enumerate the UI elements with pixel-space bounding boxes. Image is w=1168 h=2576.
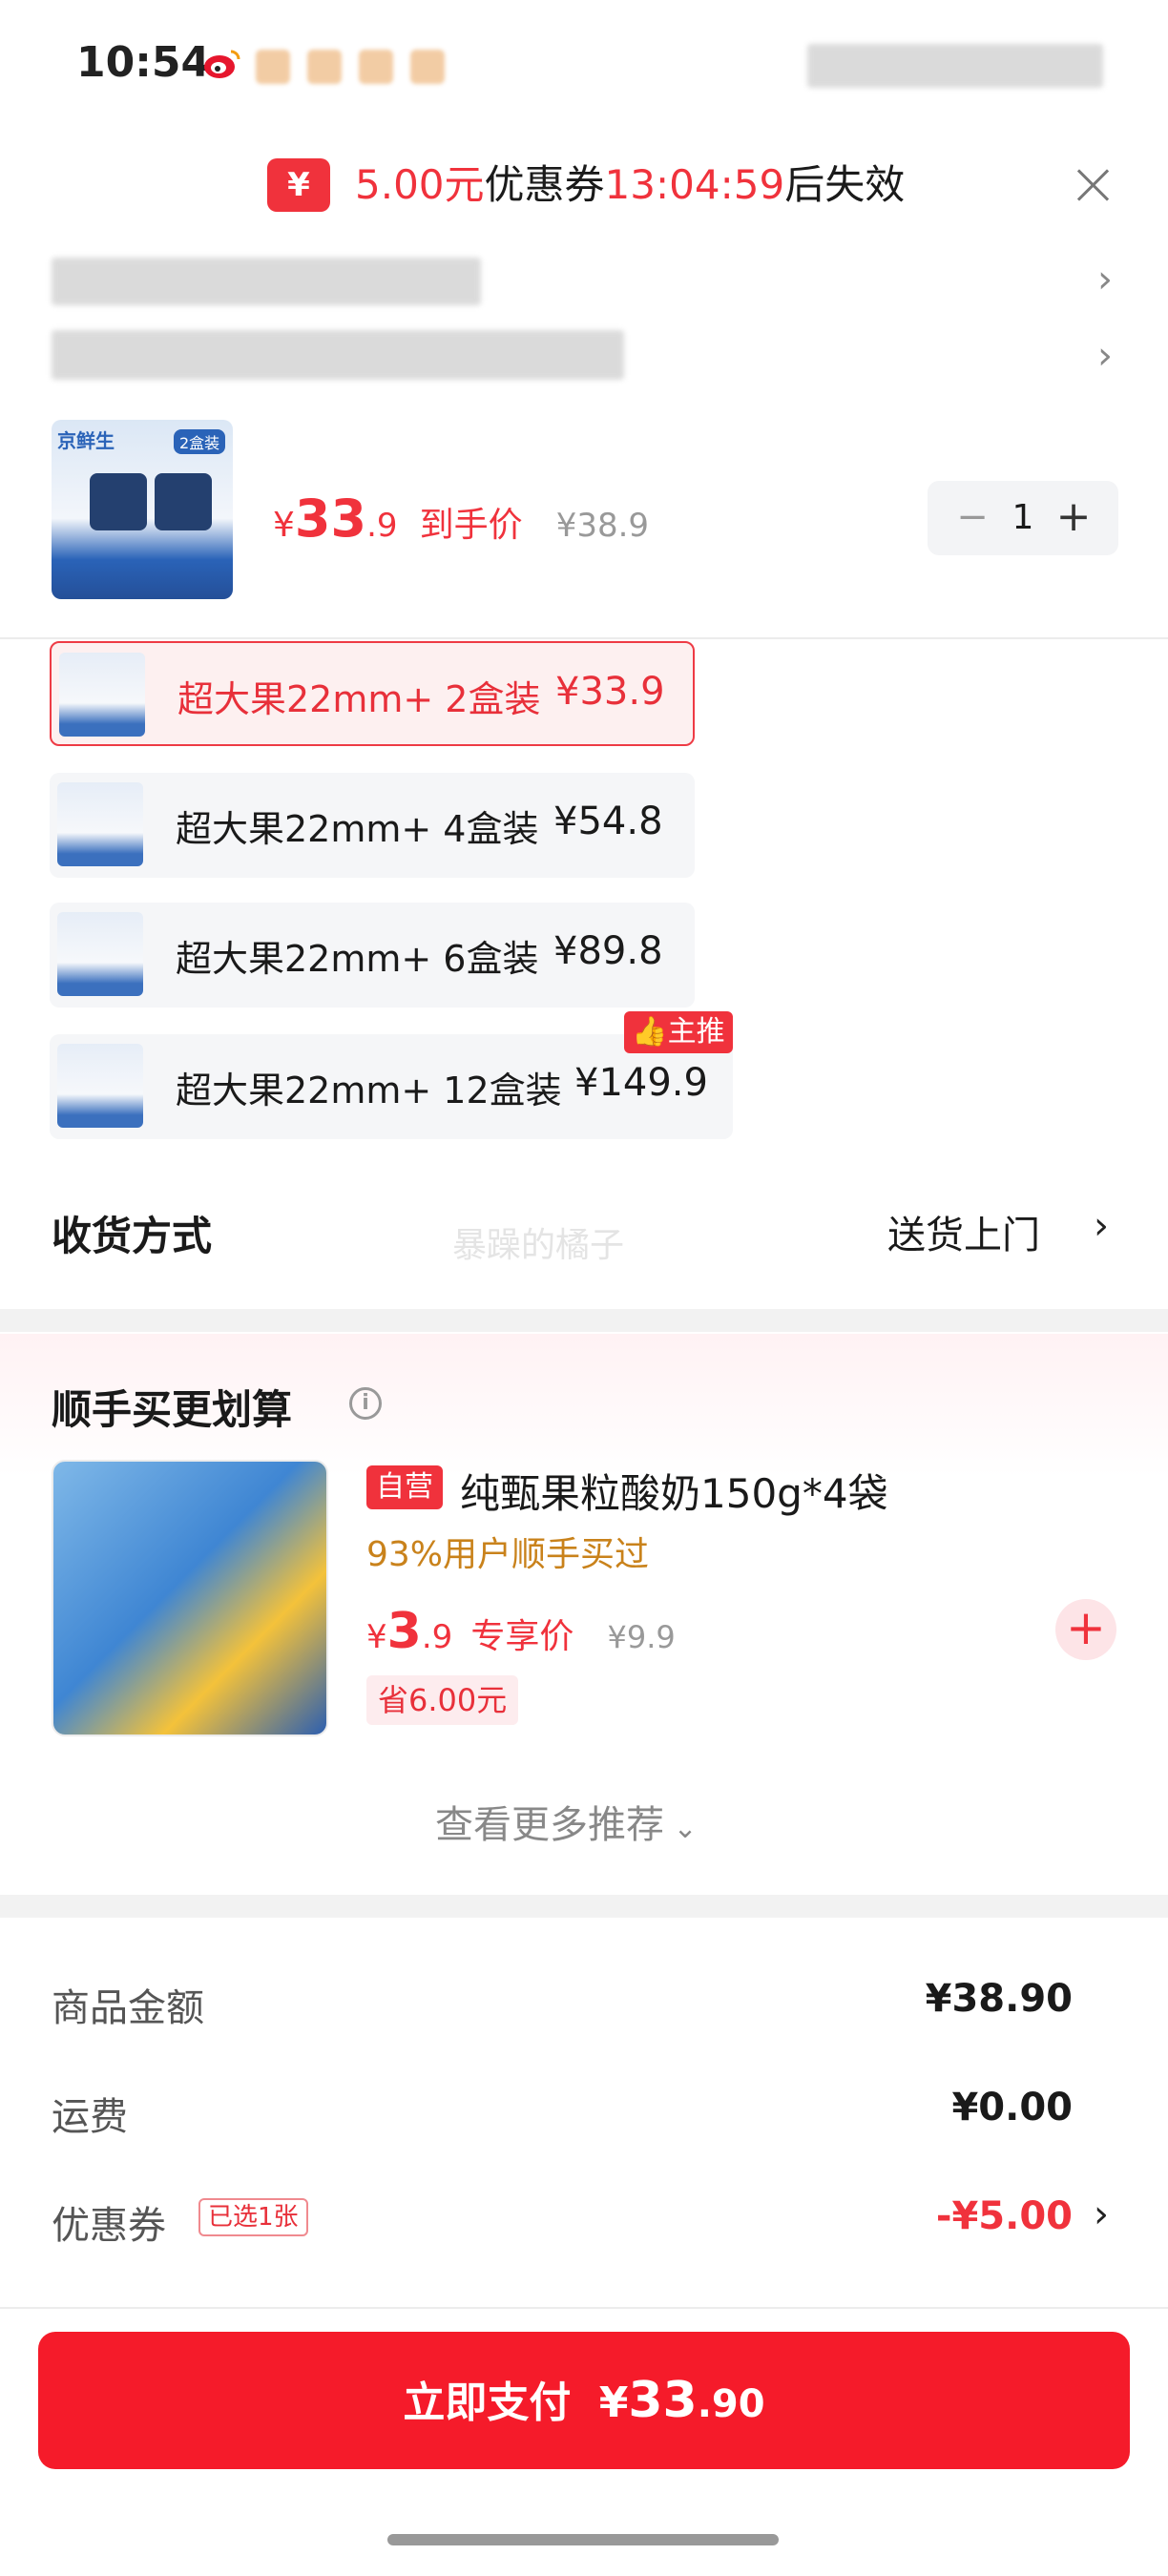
variant-thumbnail [57, 782, 143, 866]
coupon-row-label: 优惠券 [52, 2204, 166, 2248]
minus-icon[interactable]: − [949, 494, 996, 542]
coupon-selected-chip: 已选1张 [198, 2198, 308, 2236]
variant-option[interactable]: 超大果22mm+ 6盒装 ¥89.8 [50, 903, 695, 1008]
delivery-title: 收货方式 [52, 1213, 213, 1259]
blurred-notification-icon [256, 50, 290, 84]
variant-price: ¥149.9 [574, 1061, 708, 1105]
self-operated-tag: 自营 [366, 1465, 443, 1509]
blueberry-box-image [90, 473, 147, 530]
close-icon[interactable] [1071, 162, 1116, 208]
price-decimal: .9 [421, 1618, 453, 1656]
coupon-countdown: 13:04:59 [604, 161, 785, 208]
plus-icon[interactable]: + [1050, 494, 1097, 542]
section-gap [0, 1895, 1168, 1918]
variant-thumbnail [59, 653, 145, 737]
weibo-icon [204, 50, 240, 78]
variant-thumbnail [57, 1044, 143, 1128]
original-price: ¥38.9 [555, 507, 650, 545]
blurred-address-detail[interactable] [52, 330, 624, 380]
home-indicator[interactable] [387, 2534, 779, 2545]
status-time: 10:54 [76, 38, 211, 87]
chevron-down-icon: ⌄ [664, 1812, 698, 1845]
delivery-method-value[interactable]: 送货上门 [887, 1204, 1040, 1259]
buy-rate-text: 93%用户顺手买过 [366, 1535, 650, 1574]
watermark-text: 暴躁的橘子 [452, 1226, 625, 1265]
thumbs-up-icon: 👍 [632, 1015, 668, 1049]
variant-price: ¥54.8 [553, 800, 663, 843]
price-label: 到手价 [419, 506, 523, 545]
quantity-value[interactable]: 1 [1006, 494, 1040, 542]
recommended-badge: 👍主推 [624, 1011, 733, 1053]
product-image: 京鲜生 2盒装 [52, 420, 233, 599]
original-price: ¥9.9 [607, 1619, 676, 1655]
price-integer: 33 [294, 488, 367, 549]
pay-price-symbol: ¥ [598, 2379, 629, 2427]
pay-now-button[interactable]: 立即支付 ¥33.90 [38, 2332, 1130, 2469]
price-integer: 3 [386, 1603, 422, 1660]
chevron-right-icon[interactable]: › [1097, 334, 1113, 378]
coupon-suffix: 后失效 [784, 161, 906, 208]
variant-label: 超大果22mm+ 12盒装 [176, 1070, 562, 1111]
product-price: ¥33.9 到手价 ¥38.9 [273, 488, 649, 549]
shipping-label: 运费 [52, 2095, 128, 2139]
shipping-value: ¥0.00 [951, 2086, 1073, 2129]
chevron-right-icon[interactable]: › [1094, 1204, 1109, 1248]
price-symbol: ¥ [273, 506, 295, 545]
see-more-button[interactable]: 查看更多推荐 ⌄ [435, 1794, 698, 1849]
price-symbol: ¥ [366, 1618, 387, 1656]
product-pack-badge: 2盒装 [174, 429, 226, 454]
pay-button-label: 立即支付 [403, 2379, 572, 2427]
info-icon[interactable]: i [349, 1387, 382, 1420]
variant-label: 超大果22mm+ 2盒装 [177, 678, 541, 720]
pay-price-integer: 33 [628, 2372, 698, 2429]
divider [0, 2307, 1168, 2309]
goods-amount-label: 商品金额 [52, 1986, 204, 2030]
coupon-amount: 5.00元 [355, 161, 485, 208]
blurred-notification-icon [359, 50, 393, 84]
coupon-label: 优惠券 [484, 161, 605, 208]
product-brand-label: 京鲜生 [57, 429, 115, 452]
blurred-notification-icon [307, 50, 342, 84]
recommend-price: ¥3.9 专享价 ¥9.9 [366, 1603, 676, 1660]
quantity-stepper: − 1 + [928, 481, 1118, 555]
blurred-notification-icon [410, 50, 445, 84]
variant-option[interactable]: 超大果22mm+ 4盒装 ¥54.8 [50, 773, 695, 878]
saving-tag: 省6.00元 [366, 1675, 519, 1725]
recommend-product-name[interactable]: 纯甄果粒酸奶150g*4袋 [460, 1462, 888, 1520]
coupon-discount-value[interactable]: -¥5.00 [936, 2194, 1073, 2238]
chevron-right-icon[interactable]: › [1094, 2192, 1109, 2236]
blurred-status-icons [807, 44, 1103, 88]
add-to-order-button[interactable]: + [1055, 1599, 1116, 1660]
variant-option[interactable]: 超大果22mm+ 2盒装 ¥33.9 [50, 641, 695, 746]
coupon-yuan-icon: ¥ [267, 158, 330, 212]
blueberry-box-image [155, 473, 212, 530]
order-checkout-screen: 10:54 ¥ 5.00元优惠券13:04:59后失效 › › 京鲜生 2盒装 … [0, 0, 1168, 2576]
pay-price-decimal: .90 [697, 2382, 765, 2426]
see-more-label: 查看更多推荐 [435, 1803, 664, 1847]
coupon-expiry-text: 5.00元优惠券13:04:59后失效 [355, 158, 905, 212]
goods-amount-value: ¥38.90 [925, 1977, 1073, 2021]
variant-thumbnail [57, 912, 143, 996]
price-label: 专享价 [470, 1617, 574, 1656]
recommend-product-image[interactable] [52, 1460, 328, 1736]
recommended-badge-label: 主推 [667, 1015, 725, 1049]
recommend-title: 顺手买更划算 [52, 1386, 293, 1433]
chevron-right-icon[interactable]: › [1097, 258, 1113, 301]
price-decimal: .9 [366, 507, 398, 545]
variant-price: ¥89.8 [553, 929, 663, 973]
divider [0, 637, 1168, 639]
section-gap [0, 1309, 1168, 1332]
variant-price: ¥33.9 [555, 670, 665, 714]
blurred-address-line [52, 258, 481, 305]
variant-label: 超大果22mm+ 6盒装 [176, 938, 539, 980]
variant-label: 超大果22mm+ 4盒装 [176, 808, 539, 850]
